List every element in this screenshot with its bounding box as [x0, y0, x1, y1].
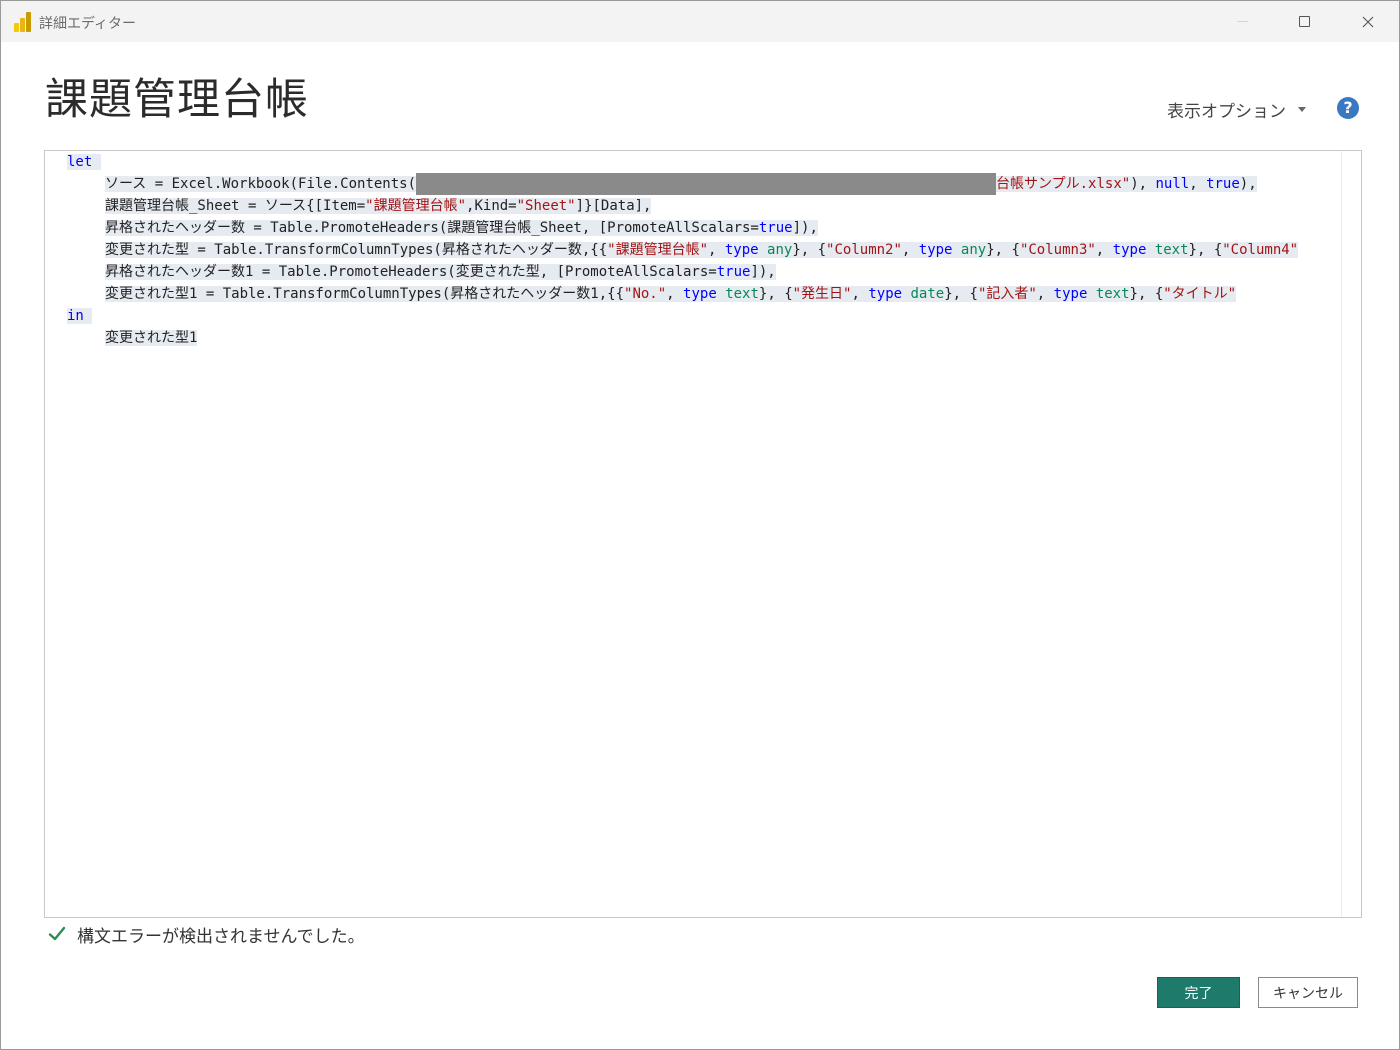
maximize-button[interactable] [1273, 1, 1335, 42]
code-token: ), [1130, 176, 1156, 192]
syntax-status-message: 構文エラーが検出されませんでした。 [77, 926, 365, 947]
code-token: 変更された型1 [105, 330, 198, 346]
code-line: let [67, 151, 1341, 173]
done-button[interactable]: 完了 [1157, 977, 1240, 1008]
code-token: type [1112, 242, 1147, 258]
code-token: text [1154, 242, 1189, 258]
code-token: ]), [750, 264, 776, 280]
code-token: "発生日" [792, 286, 852, 302]
code-token: }, { [1188, 242, 1223, 258]
close-icon [1362, 16, 1374, 27]
code-token: "タイトル" [1163, 286, 1237, 302]
syntax-status: 構文エラーが検出されませんでした。 [47, 922, 365, 947]
code-token: let [67, 154, 93, 170]
close-button[interactable] [1337, 1, 1399, 42]
code-token: 課題管理台帳_Sheet = ソース{[Item= [105, 198, 366, 214]
help-icon[interactable]: ? [1337, 97, 1359, 119]
code-token [952, 242, 961, 258]
cancel-button[interactable]: キャンセル [1258, 977, 1358, 1008]
code-token: 台帳サンプル.xlsx" [996, 176, 1131, 192]
code-token: type [918, 242, 953, 258]
code-line: in [67, 305, 1341, 327]
code-token: any [767, 242, 793, 258]
code-token: type [1053, 286, 1088, 302]
code-token: "No." [624, 286, 667, 302]
code-token: "課題管理台帳" [607, 242, 709, 258]
code-token: date [910, 286, 945, 302]
code-token: , [666, 286, 684, 302]
minimize-button[interactable] [1211, 1, 1273, 42]
code-token [902, 286, 911, 302]
chevron-down-icon [1298, 107, 1306, 112]
code-token: ), [1239, 176, 1257, 192]
code-token: "記入者" [977, 286, 1037, 302]
code-token: "課題管理台帳" [365, 198, 467, 214]
code-token: , [901, 242, 919, 258]
code-token: 昇格されたヘッダー数1 = Table.PromoteHeaders(変更された… [105, 264, 717, 280]
code-token [716, 286, 726, 302]
code-token: "Sheet" [516, 198, 576, 214]
code-token: type [724, 242, 759, 258]
code-token: in [67, 308, 84, 324]
code-token: true [716, 264, 751, 280]
code-line: 変更された型1 = Table.TransformColumnTypes(昇格さ… [67, 283, 1341, 305]
maximize-icon [1298, 16, 1310, 27]
code-token: type [683, 286, 717, 302]
code-token: ソース = Excel.Workbook(File.Contents( [105, 176, 417, 192]
code-token: }, { [792, 242, 827, 258]
code-token: any [960, 242, 987, 258]
code-token: 変更された型1 = Table.TransformColumnTypes(昇格さ… [105, 286, 625, 302]
code-line: 変更された型 = Table.TransformColumnTypes(昇格され… [67, 239, 1341, 261]
window-title: 詳細エディター [39, 16, 137, 32]
code-token: type [868, 286, 903, 302]
code-token: "Column4" [1222, 242, 1299, 258]
checkmark-icon [47, 924, 67, 944]
title-bar: 詳細エディター [1, 1, 1399, 42]
code-token: text [1095, 286, 1130, 302]
code-line: ソース = Excel.Workbook(File.Contents( 台帳サンプ… [67, 173, 1341, 195]
code-token: , [1095, 242, 1113, 258]
power-bi-icon [13, 11, 33, 32]
code-line: 昇格されたヘッダー数 = Table.PromoteHeaders(課題管理台帳… [67, 217, 1341, 239]
advanced-editor-window: 詳細エディター 課題管理台帳 表示オプション ? let ソース = Excel… [0, 0, 1400, 1050]
code-token: 昇格されたヘッダー数 = Table.PromoteHeaders(課題管理台帳… [105, 220, 759, 236]
code-line: 課題管理台帳_Sheet = ソース{[Item="課題管理台帳",Kind="… [67, 195, 1341, 217]
code-token [1146, 242, 1155, 258]
code-token: }, { [944, 286, 978, 302]
code-token: , [708, 242, 725, 258]
code-token [758, 242, 768, 258]
code-area[interactable]: let ソース = Excel.Workbook(File.Contents( 台… [67, 151, 1341, 917]
code-token [1087, 286, 1096, 302]
code-token: ]), [792, 220, 818, 236]
minimize-icon [1236, 21, 1248, 22]
code-token: ,Kind= [466, 198, 517, 214]
code-line: 変更された型1 [67, 327, 1341, 349]
code-token: 変更された型 = Table.TransformColumnTypes(昇格され… [105, 242, 608, 258]
code-token: , [1189, 176, 1207, 192]
code-token: , [1036, 286, 1054, 302]
code-editor[interactable]: let ソース = Excel.Workbook(File.Contents( 台… [44, 150, 1362, 918]
code-token: text [725, 286, 759, 302]
code-token: true [758, 220, 793, 236]
view-options-dropdown[interactable]: 表示オプション [1167, 97, 1306, 122]
code-token: , [851, 286, 869, 302]
code-token: }, { [986, 242, 1020, 258]
code-token: }, { [1129, 286, 1164, 302]
vertical-scrollbar[interactable] [1341, 151, 1361, 917]
view-options-label: 表示オプション [1167, 102, 1286, 122]
code-token: true [1206, 176, 1240, 192]
code-line: 昇格されたヘッダー数1 = Table.PromoteHeaders(変更された… [67, 261, 1341, 283]
code-token: }, { [758, 286, 793, 302]
redacted-file-path [416, 173, 997, 195]
query-title: 課題管理台帳 [45, 75, 309, 125]
code-token: ]}[Data], [575, 198, 652, 214]
code-token: null [1155, 176, 1190, 192]
code-token: "Column2" [826, 242, 902, 258]
code-token: "Column3" [1019, 242, 1096, 258]
